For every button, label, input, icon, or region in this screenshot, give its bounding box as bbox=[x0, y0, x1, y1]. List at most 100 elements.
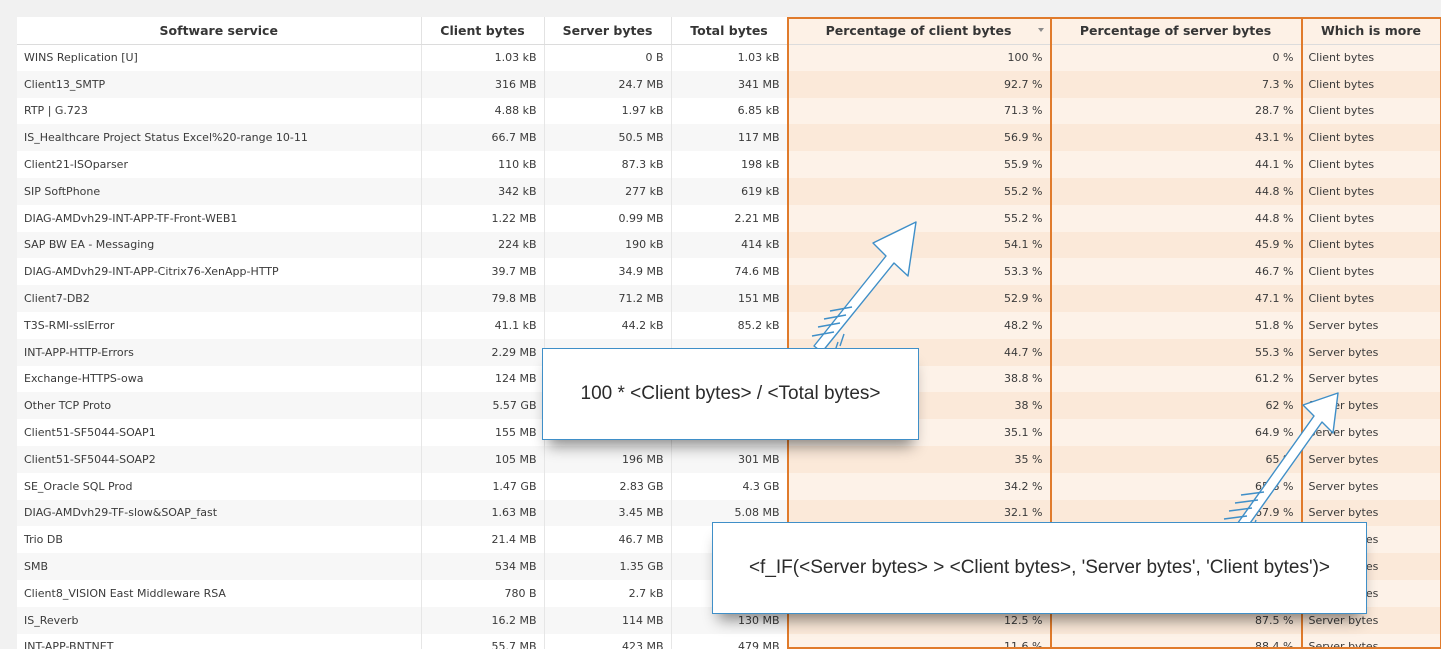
cell-which-is-more: Client bytes bbox=[1301, 151, 1441, 178]
cell-total-bytes: 619 kB bbox=[671, 177, 788, 205]
cell-client-bytes: 110 kB bbox=[421, 151, 545, 178]
cell-total-bytes: 117 MB bbox=[671, 124, 788, 152]
cell-server-bytes: 0 B bbox=[544, 44, 672, 71]
cell-server-bytes: 114 MB bbox=[544, 606, 672, 634]
cell-software-service: Client21-ISOparser bbox=[17, 151, 422, 178]
cell-software-service: RTP | G.723 bbox=[17, 97, 422, 125]
cell-percentage-server-bytes: 7.3 % bbox=[1050, 70, 1302, 98]
cell-percentage-server-bytes: 44.8 % bbox=[1050, 204, 1302, 232]
cell-total-bytes: 6.85 kB bbox=[671, 97, 788, 125]
table-row[interactable]: SAP BW EA - Messaging 224 kB 190 kB 414 kB 5… bbox=[17, 231, 1441, 259]
table-row[interactable]: INT-APP-BNTNET 55.7 MB 423 MB 479 MB 11.6 % 8… bbox=[17, 633, 1441, 649]
cell-which-is-more: Client bytes bbox=[1301, 70, 1441, 98]
sort-descending-icon[interactable] bbox=[1037, 28, 1044, 32]
column-header-percentage-client-bytes[interactable]: Percentage of client bytes bbox=[787, 17, 1051, 45]
cell-server-bytes: 1.97 kB bbox=[544, 97, 672, 125]
table-row[interactable]: SIP SoftPhone 342 kB 277 kB 619 kB 55.2 % 44.… bbox=[17, 177, 1441, 205]
cell-which-is-more: Server bytes bbox=[1301, 392, 1441, 420]
cell-client-bytes: 1.47 GB bbox=[421, 472, 545, 500]
column-header-percentage-server-bytes[interactable]: Percentage of server bytes bbox=[1050, 17, 1302, 45]
column-header-software-service[interactable]: Software service bbox=[17, 17, 422, 45]
cell-which-is-more: Server bytes bbox=[1301, 472, 1441, 500]
table-row[interactable]: SE_Oracle SQL Prod 1.47 GB 2.83 GB 4.3 GB 34… bbox=[17, 472, 1441, 500]
formula-text: <f_IF(<Server bytes> > <Client bytes>, '… bbox=[748, 557, 1331, 578]
column-header-client-bytes[interactable]: Client bytes bbox=[421, 17, 545, 45]
cell-which-is-more: Client bytes bbox=[1301, 97, 1441, 125]
cell-total-bytes: 1.03 kB bbox=[671, 44, 788, 71]
cell-percentage-server-bytes: 46.7 % bbox=[1050, 258, 1302, 286]
cell-server-bytes: 423 MB bbox=[544, 633, 672, 649]
cell-software-service: SMB bbox=[17, 553, 422, 580]
column-header-which-is-more[interactable]: Which is more bbox=[1301, 17, 1441, 45]
cell-percentage-server-bytes: 88.4 % bbox=[1050, 633, 1302, 649]
cell-percentage-client-bytes: 54.1 % bbox=[787, 231, 1051, 259]
cell-client-bytes: 1.63 MB bbox=[421, 499, 545, 527]
cell-software-service: T3S-RMI-sslError bbox=[17, 311, 422, 339]
table-row[interactable]: DIAG-AMDvh29-INT-APP-TF-Front-WEB1 1.22 M… bbox=[17, 204, 1441, 232]
cell-server-bytes: 87.3 kB bbox=[544, 151, 672, 178]
cell-client-bytes: 4.88 kB bbox=[421, 97, 545, 125]
table-row[interactable]: Client13_SMTP 316 MB 24.7 MB 341 MB 92.7 % 7.… bbox=[17, 70, 1441, 98]
cell-server-bytes: 24.7 MB bbox=[544, 70, 672, 98]
cell-percentage-server-bytes: 65.8 % bbox=[1050, 472, 1302, 500]
cell-client-bytes: 124 MB bbox=[421, 365, 545, 393]
cell-client-bytes: 534 MB bbox=[421, 553, 545, 580]
table-row[interactable]: Client7-DB2 79.8 MB 71.2 MB 151 MB 52.9 % 47.… bbox=[17, 285, 1441, 312]
cell-percentage-client-bytes: 92.7 % bbox=[787, 70, 1051, 98]
cell-server-bytes: 44.2 kB bbox=[544, 311, 672, 339]
cell-software-service: Exchange-HTTPS-owa bbox=[17, 365, 422, 393]
cell-which-is-more: Server bytes bbox=[1301, 633, 1441, 649]
cell-server-bytes: 50.5 MB bbox=[544, 124, 672, 152]
cell-which-is-more: Server bytes bbox=[1301, 445, 1441, 473]
formula-callout-client-percentage: 100 * <Client bytes> / <Total bytes> bbox=[542, 348, 919, 440]
cell-which-is-more: Server bytes bbox=[1301, 338, 1441, 366]
column-header-server-bytes[interactable]: Server bytes bbox=[544, 17, 672, 45]
cell-client-bytes: 780 B bbox=[421, 579, 545, 607]
cell-software-service: DIAG-AMDvh29-INT-APP-Citrix76-XenApp-HTT… bbox=[17, 258, 422, 286]
cell-which-is-more: Client bytes bbox=[1301, 231, 1441, 259]
cell-total-bytes: 414 kB bbox=[671, 231, 788, 259]
cell-percentage-server-bytes: 62 % bbox=[1050, 392, 1302, 420]
table-row[interactable]: Client51-SF5044-SOAP2 105 MB 196 MB 301 MB 3… bbox=[17, 445, 1441, 473]
cell-which-is-more: Server bytes bbox=[1301, 311, 1441, 339]
cell-percentage-client-bytes: 53.3 % bbox=[787, 258, 1051, 286]
table-row[interactable]: DIAG-AMDvh29-INT-APP-Citrix76-XenApp-HTT… bbox=[17, 258, 1441, 286]
cell-server-bytes: 71.2 MB bbox=[544, 285, 672, 312]
cell-software-service: SE_Oracle SQL Prod bbox=[17, 472, 422, 500]
cell-software-service: Client8_VISION East Middleware RSA bbox=[17, 579, 422, 607]
cell-total-bytes: 2.21 MB bbox=[671, 204, 788, 232]
column-header-total-bytes[interactable]: Total bytes bbox=[671, 17, 788, 45]
cell-percentage-client-bytes: 55.9 % bbox=[787, 151, 1051, 178]
cell-client-bytes: 16.2 MB bbox=[421, 606, 545, 634]
cell-client-bytes: 316 MB bbox=[421, 70, 545, 98]
cell-software-service: Client51-SF5044-SOAP2 bbox=[17, 445, 422, 473]
table-row[interactable]: Client21-ISOparser 110 kB 87.3 kB 198 kB 55.… bbox=[17, 151, 1441, 178]
cell-client-bytes: 105 MB bbox=[421, 445, 545, 473]
cell-server-bytes: 34.9 MB bbox=[544, 258, 672, 286]
cell-percentage-client-bytes: 35 % bbox=[787, 445, 1051, 473]
table-header-row: Software service Client bytes Server byt… bbox=[17, 17, 1441, 45]
cell-percentage-server-bytes: 55.3 % bbox=[1050, 338, 1302, 366]
cell-percentage-server-bytes: 45.9 % bbox=[1050, 231, 1302, 259]
cell-percentage-client-bytes: 55.2 % bbox=[787, 204, 1051, 232]
cell-software-service: Trio DB bbox=[17, 526, 422, 554]
cell-percentage-client-bytes: 100 % bbox=[787, 44, 1051, 71]
cell-percentage-client-bytes: 71.3 % bbox=[787, 97, 1051, 125]
table-row[interactable]: IS_Healthcare Project Status Excel%20-ra… bbox=[17, 124, 1441, 152]
cell-client-bytes: 2.29 MB bbox=[421, 338, 545, 366]
cell-which-is-more: Client bytes bbox=[1301, 124, 1441, 152]
cell-percentage-client-bytes: 55.2 % bbox=[787, 177, 1051, 205]
cell-total-bytes: 4.3 GB bbox=[671, 472, 788, 500]
cell-percentage-server-bytes: 47.1 % bbox=[1050, 285, 1302, 312]
table-row[interactable]: T3S-RMI-sslError 41.1 kB 44.2 kB 85.2 kB 48.… bbox=[17, 311, 1441, 339]
cell-client-bytes: 224 kB bbox=[421, 231, 545, 259]
column-header-label: Percentage of client bytes bbox=[825, 22, 1012, 38]
cell-software-service: Other TCP Proto bbox=[17, 392, 422, 420]
cell-server-bytes: 190 kB bbox=[544, 231, 672, 259]
table-row[interactable]: WINS Replication [U] 1.03 kB 0 B 1.03 kB 100… bbox=[17, 44, 1441, 71]
table-row[interactable]: RTP | G.723 4.88 kB 1.97 kB 6.85 kB 71.3 % 28… bbox=[17, 97, 1441, 125]
cell-total-bytes: 74.6 MB bbox=[671, 258, 788, 286]
cell-percentage-server-bytes: 28.7 % bbox=[1050, 97, 1302, 125]
cell-client-bytes: 41.1 kB bbox=[421, 311, 545, 339]
cell-client-bytes: 155 MB bbox=[421, 419, 545, 446]
